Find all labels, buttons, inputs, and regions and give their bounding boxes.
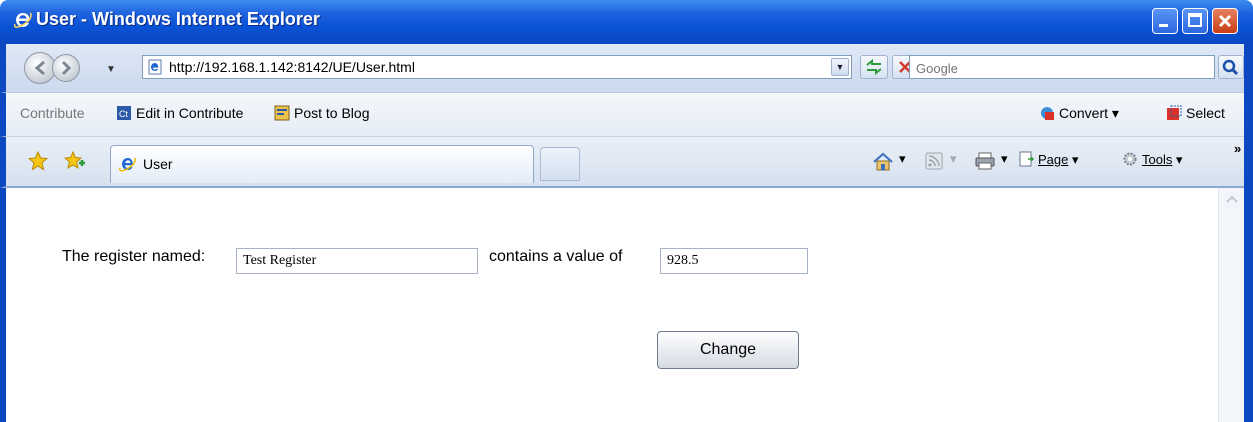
post-to-blog-label: Post to Blog [294, 105, 370, 121]
close-button[interactable] [1212, 8, 1238, 34]
maximize-icon [1188, 13, 1202, 27]
page-menu-label: Page [1038, 152, 1069, 167]
scroll-up-icon[interactable] [1219, 188, 1245, 210]
select-icon [1167, 105, 1182, 120]
add-favorites-icon[interactable] [64, 151, 86, 171]
page-content [0, 188, 1253, 422]
page-menu[interactable]: Page ▾ [1018, 151, 1079, 168]
refresh-icon [866, 58, 882, 76]
forward-button[interactable] [52, 54, 80, 82]
links-toolbar: Contribute Ct Edit in Contribute Post to … [0, 92, 1253, 136]
search-input[interactable] [914, 57, 1208, 79]
edit-in-contribute-label: Edit in Contribute [136, 105, 244, 121]
contribute-label: Contribute [20, 105, 85, 121]
select-button[interactable]: Select [1166, 105, 1225, 121]
post-to-blog-button[interactable]: Post to Blog [274, 105, 370, 121]
recent-pages-dropdown[interactable]: ▼ [106, 64, 116, 75]
search-box[interactable] [909, 55, 1215, 79]
home-dropdown[interactable]: ▾ [899, 151, 906, 167]
page-icon [1019, 151, 1034, 167]
internet-explorer-icon [14, 12, 32, 28]
url-text: http://192.168.1.142:8142/UE/User.html [169, 59, 415, 75]
contains-label: contains a value of [489, 248, 623, 265]
select-label: Select [1186, 105, 1225, 121]
tools-menu[interactable]: Tools ▾ [1122, 151, 1183, 168]
feeds-dropdown[interactable]: ▾ [950, 151, 957, 167]
arrow-left-icon [34, 60, 45, 76]
title-bar[interactable]: User - Windows Internet Explorer [0, 0, 1253, 44]
internet-explorer-icon [119, 157, 136, 172]
minimize-icon [1159, 24, 1168, 27]
print-icon[interactable] [974, 151, 996, 171]
search-button[interactable] [1218, 55, 1244, 79]
address-dropdown-button[interactable]: ▼ [831, 58, 849, 76]
gear-icon [1123, 152, 1137, 166]
register-value-input[interactable] [660, 248, 808, 274]
close-icon [1218, 14, 1232, 28]
refresh-button[interactable] [860, 55, 888, 79]
arrow-right-icon [61, 60, 72, 76]
feeds-icon[interactable] [924, 151, 944, 171]
tab-bar: User ▾ ▾ ▾ Page ▾ Tools ▾ » [0, 136, 1253, 188]
svg-text:Ct: Ct [119, 109, 128, 119]
maximize-button[interactable] [1182, 8, 1208, 34]
tools-menu-label: Tools [1142, 152, 1173, 167]
page-icon [148, 59, 162, 75]
window-title: User - Windows Internet Explorer [36, 9, 320, 29]
convert-label: Convert [1059, 105, 1109, 121]
minimize-button[interactable] [1152, 8, 1178, 34]
window-frame-right [1244, 44, 1253, 422]
register-label: The register named: [62, 248, 206, 265]
register-name-input[interactable] [236, 248, 478, 274]
edit-in-contribute-button[interactable]: Ct Edit in Contribute [116, 105, 243, 121]
favorites-star-icon[interactable] [28, 151, 48, 171]
convert-button[interactable]: Convert ▾ [1039, 105, 1119, 122]
tab-user[interactable]: User [110, 145, 534, 183]
contribute-icon: Ct [117, 106, 131, 120]
more-commands-button[interactable]: » [1234, 141, 1241, 156]
tab-label: User [143, 156, 173, 172]
change-button[interactable]: Change [657, 331, 799, 369]
convert-icon [1041, 107, 1054, 120]
home-icon[interactable] [872, 151, 894, 173]
address-field[interactable]: http://192.168.1.142:8142/UE/User.html ▼ [142, 55, 852, 79]
blog-icon [274, 105, 290, 121]
search-icon [1222, 59, 1239, 76]
navigation-bar: ▼ http://192.168.1.142:8142/UE/User.html… [0, 44, 1253, 92]
print-dropdown[interactable]: ▾ [1001, 151, 1008, 167]
vertical-scrollbar[interactable] [1218, 188, 1245, 422]
new-tab-button[interactable] [540, 147, 580, 181]
